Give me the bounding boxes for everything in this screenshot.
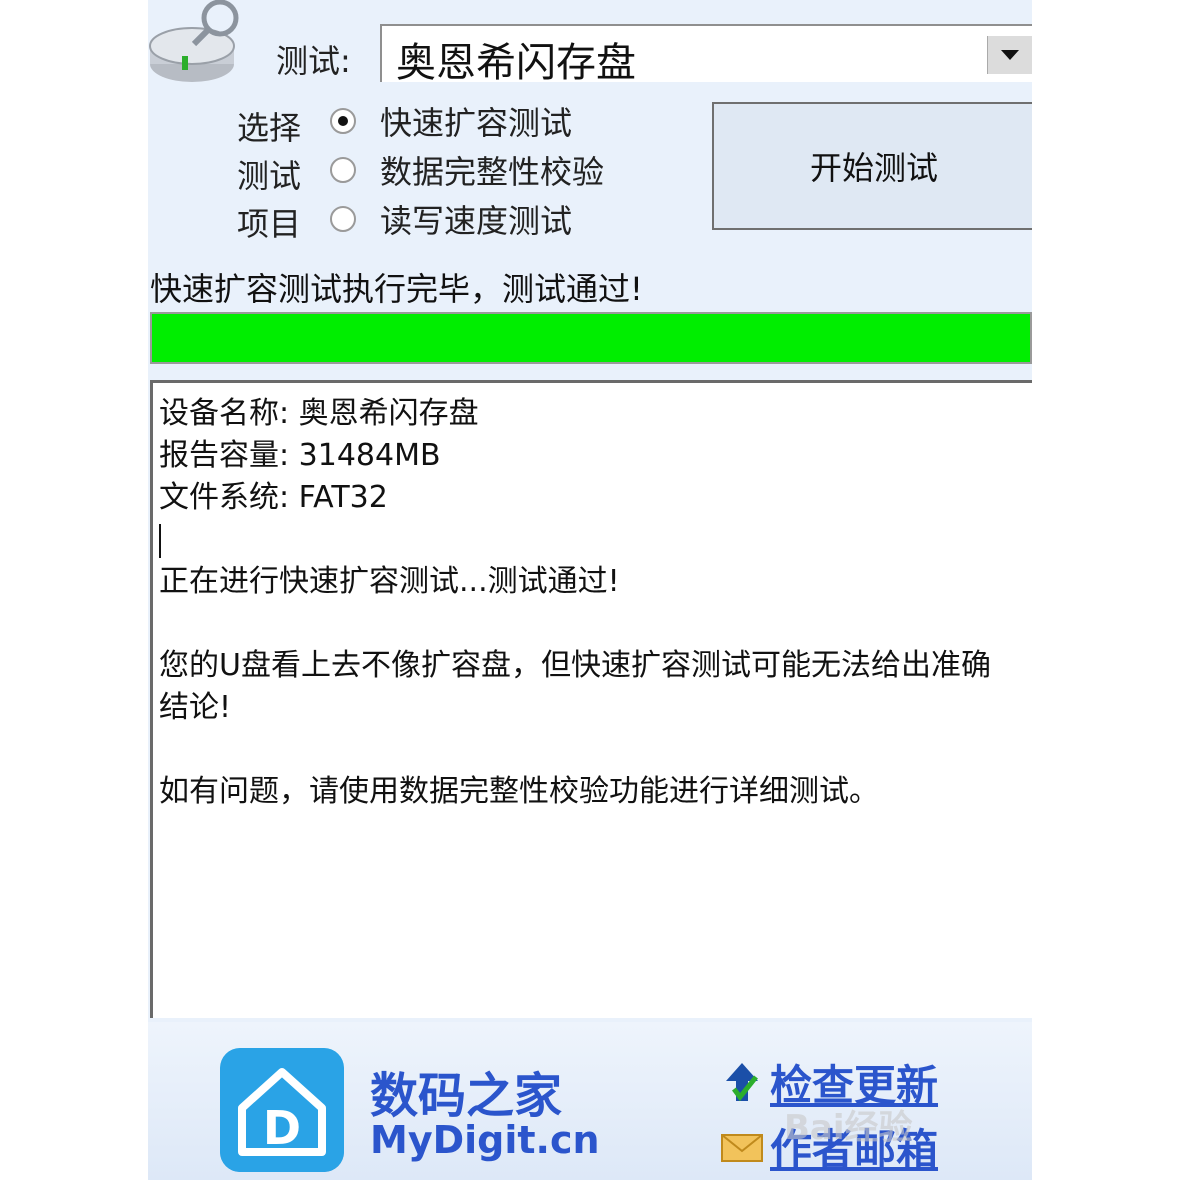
envelope-icon — [721, 1133, 763, 1162]
device-select[interactable]: 奥恩希闪存盘 — [380, 24, 1032, 86]
baidu-jingyan-watermark: Bai经验 — [784, 1108, 913, 1148]
radio-label: 读写速度测试 — [380, 201, 573, 240]
log-line: 文件系统: FAT32 — [159, 480, 388, 515]
radio-unchecked-icon[interactable] — [330, 156, 356, 183]
radio-label: 快速扩容测试 — [380, 103, 573, 142]
radio-checked-icon[interactable] — [330, 107, 356, 134]
brand-name[interactable]: 数码之家 — [370, 1056, 562, 1126]
test-type-radio-group: 快速扩容测试 数据完整性校验 读写速度测试 — [330, 96, 604, 243]
radio-data-integrity-check[interactable]: 数据完整性校验 — [330, 145, 604, 194]
log-line: 结论! — [159, 690, 232, 725]
log-line: 正在进行快速扩容测试...测试通过! — [159, 564, 620, 599]
result-log-textarea[interactable]: 设备名称: 奥恩希闪存盘 报告容量: 31484MB 文件系统: FAT32 正… — [150, 380, 1032, 1018]
status-message: 快速扩容测试执行完毕，测试通过! — [150, 270, 643, 308]
radio-quick-capacity-test[interactable]: 快速扩容测试 — [330, 96, 604, 145]
log-line: 设备名称: 奥恩希闪存盘 — [159, 396, 479, 431]
radio-unchecked-icon[interactable] — [330, 205, 356, 232]
device-select-value: 奥恩希闪存盘 — [396, 40, 636, 86]
update-arrow-icon — [726, 1062, 758, 1101]
start-test-button[interactable]: 开始测试 — [712, 102, 1032, 230]
radio-label: 数据完整性校验 — [380, 152, 605, 191]
test-options-label-line: 项目 — [236, 205, 301, 243]
test-options-label-line: 选择 — [236, 109, 301, 147]
test-device-label: 测试: — [276, 42, 351, 80]
log-line-caret — [159, 519, 1026, 561]
svg-text:D: D — [263, 1101, 301, 1155]
progress-bar — [150, 312, 1032, 364]
mydigit-logo-icon[interactable]: D — [220, 1048, 344, 1172]
log-line: 报告容量: 31484MB — [159, 438, 441, 473]
progress-fill — [152, 314, 1030, 362]
log-line: 您的U盘看上去不像扩容盘，但快速扩容测试可能无法给出准确 — [159, 648, 991, 683]
brand-url-link[interactable]: MyDigit.cn — [370, 1118, 600, 1162]
log-line: 如有问题，请使用数据完整性校验功能进行详细测试。 — [159, 774, 879, 809]
footer-bar: D 数码之家 MyDigit.cn 检查更新 作者邮箱 Bai经验 — [148, 1022, 1032, 1180]
app-window: 测试: 奥恩希闪存盘 选择 测试 项目 快速扩容测试 数据完整性校验 读写速度测… — [148, 0, 1032, 1180]
test-options-label: 选择 测试 项目 — [234, 104, 304, 248]
test-options-label-line: 测试 — [236, 157, 301, 195]
dropdown-arrow-icon[interactable] — [987, 36, 1032, 74]
radio-read-write-speed-test[interactable]: 读写速度测试 — [330, 194, 604, 243]
text-caret — [159, 523, 161, 558]
disk-drive-icon — [149, 0, 239, 82]
